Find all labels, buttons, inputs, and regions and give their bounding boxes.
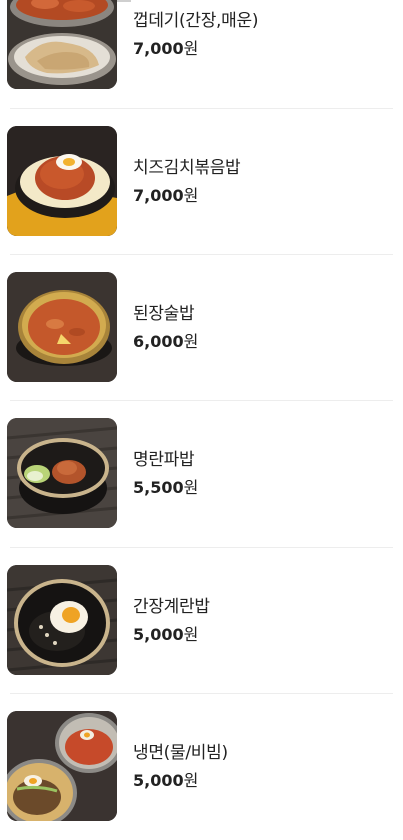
- menu-item-name: 냉면(물/비빔): [133, 743, 228, 763]
- menu-item-price: 5,000원: [133, 771, 199, 790]
- menu-item-name: 치즈김치볶음밥: [133, 158, 241, 178]
- menu-item-cold-noodles[interactable]: 냉면(물/비빔) 5,000원: [0, 694, 403, 840]
- menu-item-name: 껍데기(간장,매운): [133, 11, 259, 31]
- menu-item-photo: [7, 565, 117, 675]
- menu-item-name: 명란파밥: [133, 450, 195, 470]
- menu-item-name: 된장술밥: [133, 304, 195, 324]
- menu-item-price: 6,000원: [133, 332, 199, 351]
- menu-item-photo: [7, 418, 117, 528]
- menu-item-pollock-roe-scallion-rice[interactable]: 명란파밥 5,500원: [0, 401, 403, 547]
- menu-item-price: 5,000원: [133, 625, 199, 644]
- menu-item-photo: [7, 126, 117, 236]
- menu-item-price: 7,000원: [133, 39, 199, 58]
- menu-item-photo: [7, 711, 117, 821]
- menu-item-doenjang-rice-soup[interactable]: 된장술밥 6,000원: [0, 255, 403, 401]
- menu-item-name: 간장계란밥: [133, 597, 210, 617]
- menu-item-cheese-kimchi-fried-rice[interactable]: 치즈김치볶음밥 7,000원: [0, 109, 403, 255]
- menu-item-photo: [7, 0, 117, 89]
- menu-item-price: 7,000원: [133, 186, 199, 205]
- menu-item-photo: [7, 272, 117, 382]
- menu-item-soy-sauce-egg-rice[interactable]: 간장계란밥 5,000원: [0, 548, 403, 694]
- menu-item-price: 5,500원: [133, 478, 199, 497]
